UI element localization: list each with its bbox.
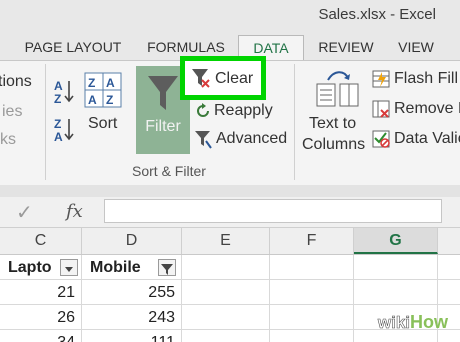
cell-c[interactable]: 34 xyxy=(0,330,82,342)
filter-label: Filter xyxy=(145,118,181,135)
clear-filter-icon xyxy=(192,69,210,88)
reapply-icon[interactable] xyxy=(194,102,212,120)
watermark-how: How xyxy=(410,312,448,332)
cell-e[interactable] xyxy=(182,255,270,280)
svg-text:Z: Z xyxy=(106,93,113,107)
column-header-g[interactable]: G xyxy=(354,228,438,254)
cell-d[interactable]: 255 xyxy=(82,280,182,305)
svg-text:Z: Z xyxy=(54,92,61,104)
ribbon-gap xyxy=(0,185,460,197)
svg-text:A: A xyxy=(88,93,97,107)
cell-d[interactable]: 243 xyxy=(82,305,182,330)
text-to-columns-label-1[interactable]: Text to xyxy=(309,115,356,133)
wikihow-watermark: wikiHow xyxy=(374,312,452,338)
text-to-columns-icon[interactable] xyxy=(316,70,360,108)
tab-page-layout[interactable]: PAGE LAYOUT xyxy=(14,35,132,60)
svg-text:A: A xyxy=(106,76,115,90)
column-headers: C D E F G xyxy=(0,228,460,255)
formula-input[interactable] xyxy=(104,199,442,223)
sort-dialog-icon[interactable]: Z A A Z xyxy=(84,72,122,108)
cell-d[interactable]: 111 xyxy=(82,330,182,342)
sort-filter-group-label: Sort & Filter xyxy=(132,163,206,179)
sort-descending-icon[interactable]: Z A xyxy=(52,116,76,142)
data-validation-icon[interactable] xyxy=(372,130,390,148)
tab-view[interactable]: VIEW xyxy=(390,35,442,60)
formula-bar: ✓ fx xyxy=(0,197,460,228)
funnel-icon xyxy=(161,264,173,275)
funnel-icon xyxy=(148,76,178,110)
svg-text:Z: Z xyxy=(54,117,61,131)
column-header-d[interactable]: D xyxy=(82,228,182,254)
title-bar: Sales.xlsx - Excel xyxy=(0,0,460,32)
filter-dropdown-button[interactable] xyxy=(60,259,78,276)
cell-f[interactable] xyxy=(270,330,354,342)
remove-duplicates-icon[interactable] xyxy=(372,100,390,118)
svg-text:A: A xyxy=(54,130,63,142)
watermark-wiki: wiki xyxy=(377,313,411,333)
enter-check-icon[interactable]: ✓ xyxy=(16,200,33,225)
cell-e[interactable] xyxy=(182,305,270,330)
filter-active-button[interactable] xyxy=(158,259,176,276)
dropdown-arrow-icon xyxy=(65,267,73,272)
advanced-button[interactable]: Advanced xyxy=(216,130,287,148)
svg-text:Z: Z xyxy=(88,76,95,90)
properties-button-partial[interactable]: ies xyxy=(2,103,22,121)
cell-f[interactable] xyxy=(270,255,354,280)
cell-c[interactable]: 26 xyxy=(0,305,82,330)
clear-button-highlight[interactable]: Clear xyxy=(180,56,266,100)
group-divider xyxy=(45,64,46,180)
cell-e[interactable] xyxy=(182,280,270,305)
advanced-filter-icon[interactable] xyxy=(194,130,212,150)
cell-text: Mobile xyxy=(90,259,141,276)
insert-function-icon[interactable]: fx xyxy=(66,201,83,222)
flash-fill-icon[interactable] xyxy=(372,70,390,88)
data-validation-button[interactable]: Data Valic xyxy=(394,130,460,148)
table-row: Lapto Mobile xyxy=(0,255,460,280)
cell-text: Lapto xyxy=(8,259,52,276)
clear-label: Clear xyxy=(215,70,254,87)
flash-fill-button[interactable]: Flash Fill xyxy=(394,70,458,88)
reapply-button[interactable]: Reapply xyxy=(214,102,273,120)
tab-review[interactable]: REVIEW xyxy=(312,35,380,60)
cell-g[interactable] xyxy=(354,280,438,305)
cell-c[interactable]: 21 xyxy=(0,280,82,305)
cell-f[interactable] xyxy=(270,305,354,330)
remove-duplicates-button[interactable]: Remove D xyxy=(394,100,460,118)
sort-ascending-icon[interactable]: A Z xyxy=(52,78,76,104)
svg-text:A: A xyxy=(54,79,63,93)
cell-g[interactable] xyxy=(354,255,438,280)
excel-window: Sales.xlsx - Excel PAGE LAYOUT FORMULAS … xyxy=(0,0,460,342)
cell-c-header[interactable]: Lapto xyxy=(0,255,82,280)
window-title: Sales.xlsx - Excel xyxy=(318,6,436,23)
cell-e[interactable] xyxy=(182,330,270,342)
edit-links-button-partial[interactable]: ks xyxy=(0,131,16,149)
cell-d-header[interactable]: Mobile xyxy=(82,255,182,280)
cell-f[interactable] xyxy=(270,280,354,305)
column-header-c[interactable]: C xyxy=(0,228,82,254)
connections-button-partial[interactable]: tions xyxy=(0,73,32,91)
text-to-columns-label-2[interactable]: Columns xyxy=(302,136,365,154)
formula-buttons: ✓ fx xyxy=(0,197,100,227)
table-row: 21 255 xyxy=(0,280,460,305)
group-divider xyxy=(294,64,295,180)
sort-button[interactable]: Sort xyxy=(88,115,117,133)
column-header-e[interactable]: E xyxy=(182,228,270,254)
column-header-f[interactable]: F xyxy=(270,228,354,254)
